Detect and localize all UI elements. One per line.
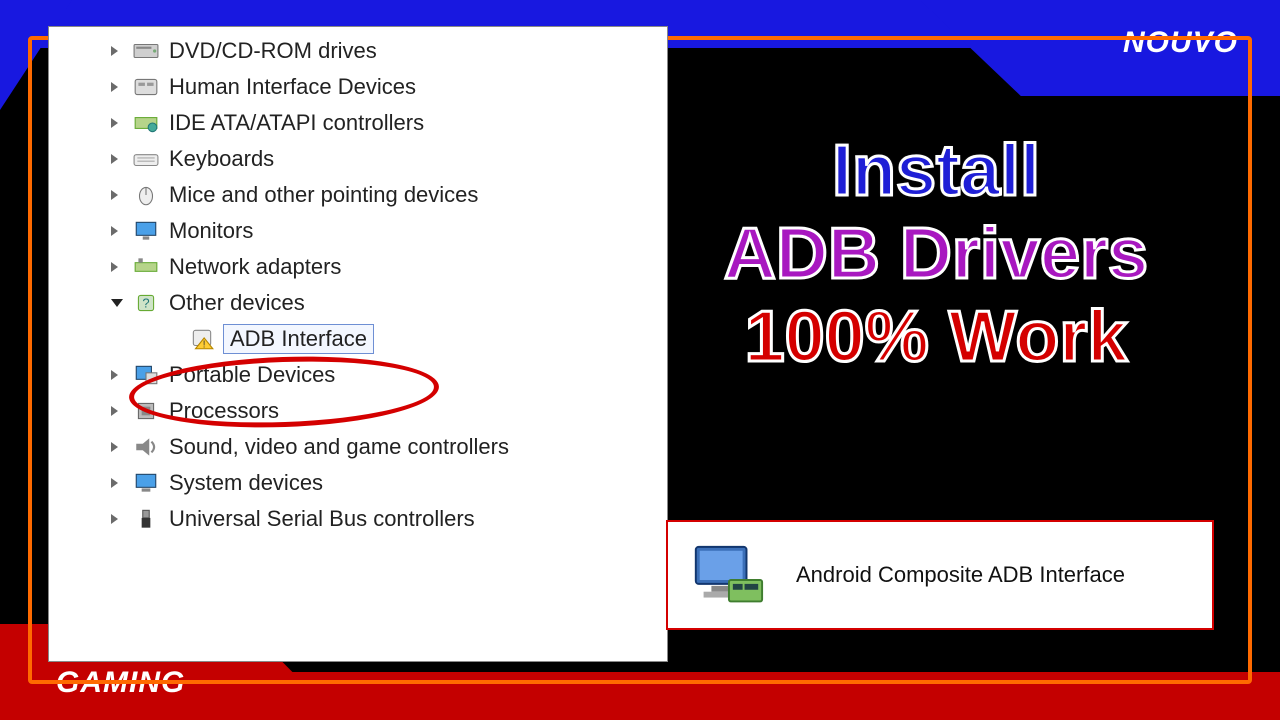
system-icon <box>133 472 159 494</box>
expand-icon[interactable] <box>111 514 118 524</box>
tree-item-usb[interactable]: Universal Serial Bus controllers <box>53 501 659 537</box>
brand-bottom-label: GAMING <box>56 666 185 700</box>
expand-icon[interactable] <box>111 46 118 56</box>
title-line-3: 100% Work <box>656 296 1216 379</box>
other-devices-icon: ? <box>133 292 159 314</box>
tree-item-network[interactable]: Network adapters <box>53 249 659 285</box>
expand-icon[interactable] <box>111 406 118 416</box>
tree-item-hid[interactable]: Human Interface Devices <box>53 69 659 105</box>
tree-child-adb-interface[interactable]: ! ADB Interface <box>53 321 659 357</box>
expand-icon[interactable] <box>111 478 118 488</box>
monitor-icon <box>133 220 159 242</box>
tree-child-label: ADB Interface <box>223 324 374 354</box>
expand-icon[interactable] <box>111 442 118 452</box>
expand-icon[interactable] <box>111 226 118 236</box>
tree-item-label: IDE ATA/ATAPI controllers <box>169 110 424 136</box>
tree-item-keyboards[interactable]: Keyboards <box>53 141 659 177</box>
result-card: Android Composite ADB Interface <box>666 520 1214 630</box>
tree-item-label: Portable Devices <box>169 362 335 388</box>
expand-icon[interactable] <box>111 118 118 128</box>
tree-item-label: Network adapters <box>169 254 341 280</box>
tree-item-processors[interactable]: Processors <box>53 393 659 429</box>
tree-item-label: Keyboards <box>169 146 274 172</box>
warning-device-icon: ! <box>189 328 215 350</box>
ide-icon <box>133 112 159 134</box>
computer-device-icon <box>688 540 766 610</box>
tree-item-label: Sound, video and game controllers <box>169 434 509 460</box>
tree-item-label: Mice and other pointing devices <box>169 182 478 208</box>
result-card-label: Android Composite ADB Interface <box>796 562 1125 588</box>
brand-top-label: NOUVO <box>1123 26 1238 60</box>
tree-item-monitors[interactable]: Monitors <box>53 213 659 249</box>
title-line-2: ADB Drivers <box>656 213 1216 296</box>
tree-item-label: Other devices <box>169 290 305 316</box>
collapse-icon[interactable] <box>111 299 123 307</box>
title-block: Install ADB Drivers 100% Work <box>656 130 1216 378</box>
usb-icon <box>133 508 159 530</box>
svg-text:!: ! <box>203 340 206 350</box>
tree-item-label: Universal Serial Bus controllers <box>169 506 475 532</box>
tree-item-label: Processors <box>169 398 279 424</box>
tree-item-sound[interactable]: Sound, video and game controllers <box>53 429 659 465</box>
tree-item-system[interactable]: System devices <box>53 465 659 501</box>
tree-item-label: DVD/CD-ROM drives <box>169 38 377 64</box>
expand-icon[interactable] <box>111 154 118 164</box>
cpu-icon <box>133 400 159 422</box>
disc-drive-icon <box>133 40 159 62</box>
tree-item-other-devices[interactable]: ? Other devices <box>53 285 659 321</box>
sound-icon <box>133 436 159 458</box>
thumbnail-frame: NOUVO GAMING DVD/CD-ROM drives Human Int… <box>0 0 1280 720</box>
tree-item-portable[interactable]: Portable Devices <box>53 357 659 393</box>
tree-item-label: System devices <box>169 470 323 496</box>
tree-item-mice[interactable]: Mice and other pointing devices <box>53 177 659 213</box>
expand-icon[interactable] <box>111 262 118 272</box>
expand-icon[interactable] <box>111 82 118 92</box>
network-icon <box>133 256 159 278</box>
mouse-icon <box>133 184 159 206</box>
tree-item-ide[interactable]: IDE ATA/ATAPI controllers <box>53 105 659 141</box>
tree-item-label: Human Interface Devices <box>169 74 416 100</box>
expand-icon[interactable] <box>111 190 118 200</box>
hid-icon <box>133 76 159 98</box>
device-tree: DVD/CD-ROM drives Human Interface Device… <box>49 27 667 543</box>
keyboard-icon <box>133 148 159 170</box>
portable-icon <box>133 364 159 386</box>
tree-item-label: Monitors <box>169 218 253 244</box>
tree-item-dvd[interactable]: DVD/CD-ROM drives <box>53 33 659 69</box>
title-line-1: Install <box>656 130 1216 213</box>
device-manager-panel: DVD/CD-ROM drives Human Interface Device… <box>48 26 668 662</box>
expand-icon[interactable] <box>111 370 118 380</box>
svg-text:?: ? <box>142 295 149 310</box>
